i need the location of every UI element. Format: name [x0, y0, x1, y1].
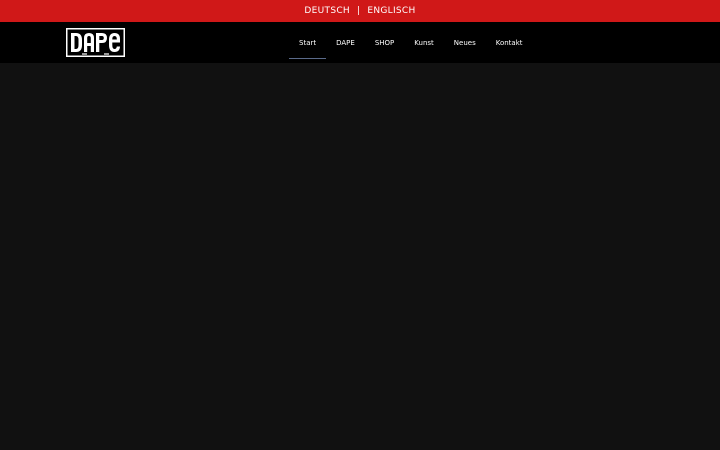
main-content-area: [0, 63, 720, 450]
language-link-german[interactable]: DEUTSCH: [304, 6, 350, 16]
dape-logo[interactable]: [66, 28, 125, 57]
nav-item-dape[interactable]: DAPE: [326, 27, 365, 59]
nav-item-start[interactable]: Start: [289, 27, 327, 59]
language-bar: DEUTSCH | ENGLISCH: [0, 0, 720, 22]
language-link-english[interactable]: ENGLISCH: [367, 6, 415, 16]
nav-item-neues[interactable]: Neues: [444, 27, 486, 59]
main-navigation: Start DAPE SHOP Kunst Neues Kontakt: [289, 22, 533, 63]
nav-item-kontakt[interactable]: Kontakt: [486, 27, 533, 59]
nav-item-shop[interactable]: SHOP: [365, 27, 404, 59]
language-separator: |: [357, 6, 361, 16]
dape-logo-graphic: [66, 28, 125, 57]
site-header: Start DAPE SHOP Kunst Neues Kontakt: [0, 22, 720, 63]
nav-item-kunst[interactable]: Kunst: [404, 27, 444, 59]
